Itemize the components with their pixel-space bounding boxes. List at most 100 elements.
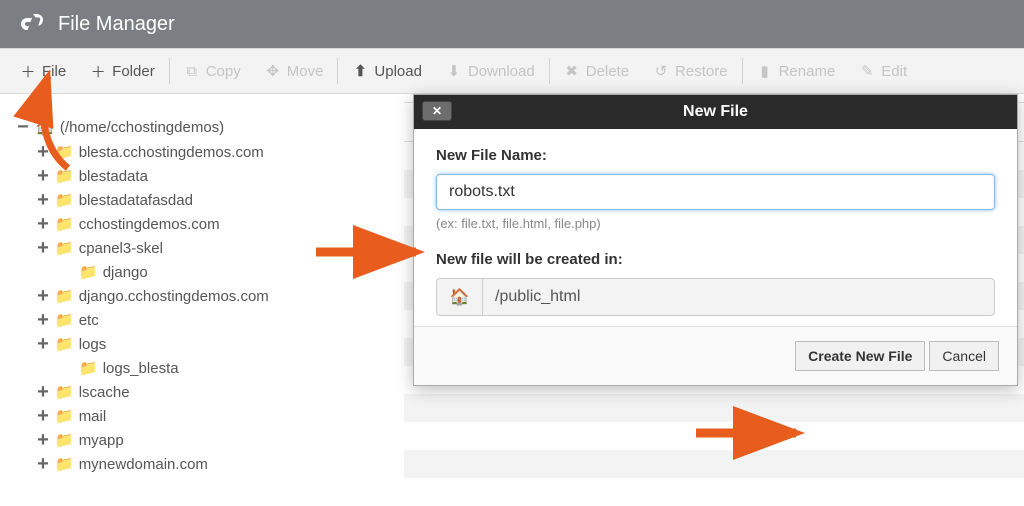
rename-button[interactable]: ▮ Rename (745, 56, 848, 86)
folder-icon: 📁 (55, 167, 74, 185)
expand-icon[interactable]: + (36, 313, 50, 327)
folder-icon: 📁 (55, 215, 74, 233)
expand-icon[interactable]: + (36, 217, 50, 231)
copy-button[interactable]: ⧉ Copy (172, 57, 253, 86)
label: Download (468, 63, 535, 80)
upload-button[interactable]: ⬆ Upload (340, 56, 434, 86)
expand-icon[interactable]: + (36, 241, 50, 255)
delete-icon: ✖ (564, 62, 580, 80)
rename-icon: ▮ (757, 62, 773, 80)
expand-icon[interactable]: + (36, 457, 50, 471)
tree-item[interactable]: +📁blestadata (16, 164, 384, 188)
toolbar-separator (169, 58, 170, 84)
tree-item-label: django.cchostingdemos.com (79, 288, 269, 305)
folder-icon: 📁 (55, 455, 74, 473)
create-file-button[interactable]: Create New File (795, 341, 925, 371)
label: Copy (206, 63, 241, 80)
label: Restore (675, 63, 728, 80)
home-folder-icon: 🏠 (35, 117, 55, 137)
toolbar-separator (549, 58, 550, 84)
expand-icon[interactable]: + (36, 409, 50, 423)
tree-root-label: (/home/cchostingdemos) (60, 119, 224, 136)
new-file-button[interactable]: ＋ File (8, 55, 78, 88)
dialog-title: New File (683, 103, 748, 121)
folder-icon: 📁 (55, 383, 74, 401)
cpanel-logo-icon (14, 13, 44, 35)
folder-icon: 📁 (55, 335, 74, 353)
tree-item[interactable]: + 📁 logs (16, 332, 384, 356)
folder-icon: 📁 (55, 191, 74, 209)
tree-item-label: cpanel3-skel (79, 240, 163, 257)
dialog-close-button[interactable]: ✕ (422, 101, 452, 121)
tree-item[interactable]: + 📁 mail (16, 404, 384, 428)
tree-spacer (60, 265, 74, 279)
tree-item-label: blestadatafasdad (79, 192, 193, 209)
table-row[interactable] (404, 422, 1024, 450)
expand-icon[interactable]: + (36, 289, 50, 303)
label: Folder (112, 63, 155, 80)
tree-item[interactable]: + 📁 cpanel3-skel (16, 236, 384, 260)
path-input[interactable]: /public_html (482, 278, 995, 316)
path-label: New file will be created in: (436, 251, 995, 268)
table-row[interactable] (404, 478, 1024, 506)
expand-icon[interactable]: + (36, 145, 50, 159)
tree-item-label: mail (79, 408, 107, 425)
path-value: /public_html (495, 288, 580, 306)
tree-item[interactable]: + 📁 blestadatafasdad (16, 188, 384, 212)
folder-icon: 📁 (55, 143, 74, 161)
expand-icon[interactable]: + (36, 193, 50, 207)
edit-button[interactable]: ✎ Edit (847, 56, 919, 86)
download-icon: ⬇ (446, 62, 462, 80)
tree-item-label: blesta.cchostingdemos.com (79, 144, 264, 161)
collapse-icon[interactable]: − (16, 120, 30, 134)
path-home-button[interactable]: 🏠 (436, 278, 482, 316)
tree-item-label: logs (79, 336, 107, 353)
folder-icon: 📁 (55, 311, 74, 329)
restore-button[interactable]: ↺ Restore (641, 56, 740, 86)
dialog-titlebar[interactable]: ✕ New File (414, 95, 1017, 129)
tree-item[interactable]: + 📁 blesta.cchostingdemos.com (16, 140, 384, 164)
pencil-icon: ✎ (859, 62, 875, 80)
move-icon: ✥ (265, 62, 281, 80)
download-button[interactable]: ⬇ Download (434, 56, 547, 86)
tree-spacer (60, 361, 74, 375)
label: Move (287, 63, 324, 80)
tree-item[interactable]: 📁logs_blesta (16, 356, 384, 380)
label: Edit (881, 63, 907, 80)
tree-item[interactable]: + 📁 django.cchostingdemos.com (16, 284, 384, 308)
expand-icon[interactable]: + (36, 169, 50, 183)
main-toolbar: ＋ File ＋ Folder ⧉ Copy ✥ Move ⬆ Upload ⬇… (0, 48, 1024, 94)
filename-input[interactable] (436, 174, 995, 210)
upload-icon: ⬆ (352, 62, 368, 80)
expand-icon[interactable]: + (36, 385, 50, 399)
label: Upload (374, 63, 422, 80)
tree-item[interactable]: +📁cchostingdemos.com (16, 212, 384, 236)
tree-item[interactable]: +📁etc (16, 308, 384, 332)
filename-label: New File Name: (436, 147, 995, 164)
expand-icon[interactable]: + (36, 337, 50, 351)
expand-icon[interactable]: + (36, 433, 50, 447)
folder-icon: 📁 (55, 407, 74, 425)
folder-icon: 📁 (55, 239, 74, 257)
home-icon: 🏠 (450, 287, 470, 307)
tree-item[interactable]: + 📁 lscache (16, 380, 384, 404)
tree-item-label: lscache (79, 384, 130, 401)
tree-item[interactable]: 📁django (16, 260, 384, 284)
tree-item-label: django (103, 264, 148, 281)
move-button[interactable]: ✥ Move (253, 56, 336, 86)
table-row[interactable] (404, 394, 1024, 422)
tree-root[interactable]: − 🏠 (/home/cchostingdemos) (16, 114, 384, 140)
new-folder-button[interactable]: ＋ Folder (78, 55, 167, 88)
tree-item-label: mynewdomain.com (79, 456, 208, 473)
delete-button[interactable]: ✖ Delete (552, 56, 641, 86)
table-row[interactable] (404, 450, 1024, 478)
tree-item-label: myapp (79, 432, 124, 449)
plus-icon: ＋ (20, 61, 36, 82)
filename-hint: (ex: file.txt, file.html, file.php) (436, 216, 995, 231)
cancel-button[interactable]: Cancel (929, 341, 999, 371)
tree-item[interactable]: + 📁 mynewdomain.com (16, 452, 384, 476)
tree-item[interactable]: +📁myapp (16, 428, 384, 452)
folder-icon: 📁 (55, 287, 74, 305)
folder-tree: − 🏠 (/home/cchostingdemos) + 📁 blesta.ccho… (0, 94, 396, 506)
restore-icon: ↺ (653, 62, 669, 80)
